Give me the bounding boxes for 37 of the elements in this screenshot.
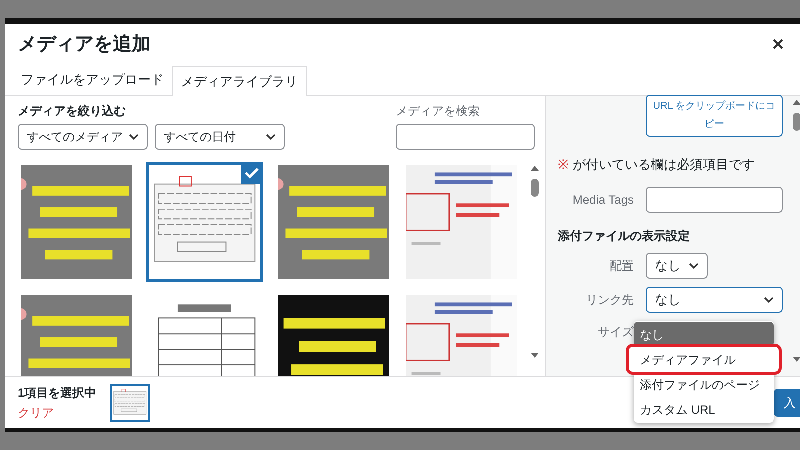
media-tags-field[interactable] bbox=[646, 186, 783, 212]
chevron-down-icon bbox=[764, 296, 774, 302]
search-field[interactable] bbox=[396, 124, 535, 150]
tab[interactable]: メディアライブラリ bbox=[172, 66, 307, 96]
copy-url-button[interactable]: URL をクリップボードにコピー bbox=[646, 95, 783, 137]
up-arrow-icon[interactable] bbox=[793, 100, 800, 105]
chevron-down-icon bbox=[266, 134, 276, 140]
align-select[interactable]: なし bbox=[646, 252, 708, 278]
chevron-down-icon bbox=[689, 262, 699, 268]
media-tags-label: Media Tags bbox=[572, 192, 634, 208]
link-label: リンク先 bbox=[585, 292, 634, 308]
close-button[interactable]: × bbox=[772, 30, 784, 60]
required-note: が付いている欄は必須項目です bbox=[573, 156, 755, 174]
dropdown-option[interactable]: なし bbox=[634, 322, 774, 347]
down-arrow-icon[interactable] bbox=[793, 357, 800, 362]
size-label: サイズ bbox=[597, 324, 634, 340]
dropdown-option[interactable]: 添付ファイルのページ bbox=[634, 372, 774, 397]
selection-count: 1項目を選択中 bbox=[18, 384, 98, 402]
display-settings-heading: 添付ファイルの表示設定 bbox=[558, 228, 691, 244]
scrollbar-thumb[interactable] bbox=[531, 179, 540, 197]
up-arrow-icon[interactable] bbox=[531, 166, 540, 171]
dropdown-option[interactable]: カスタム URL bbox=[634, 397, 774, 422]
down-arrow-icon[interactable] bbox=[531, 353, 540, 358]
chevron-down-icon bbox=[129, 134, 139, 140]
scrollbar-thumb[interactable] bbox=[793, 113, 800, 131]
search-label: メディアを検索 bbox=[396, 103, 481, 120]
link-select[interactable]: なし bbox=[646, 286, 783, 312]
clear-link[interactable]: クリア bbox=[18, 404, 110, 422]
insert-button[interactable]: 入 bbox=[774, 388, 800, 416]
align-label: 配置 bbox=[609, 258, 634, 274]
dropdown-option[interactable]: メディアファイル bbox=[629, 347, 779, 372]
required-mark: ※ bbox=[558, 156, 569, 174]
media-type-select[interactable]: すべてのメディア bbox=[18, 124, 148, 150]
tab[interactable]: ファイルをアップロード bbox=[13, 65, 172, 95]
filter-label: メディアを絞り込む bbox=[18, 103, 127, 120]
modal-title: メディアを追加 bbox=[18, 32, 151, 57]
date-select[interactable]: すべての日付 bbox=[155, 124, 285, 150]
